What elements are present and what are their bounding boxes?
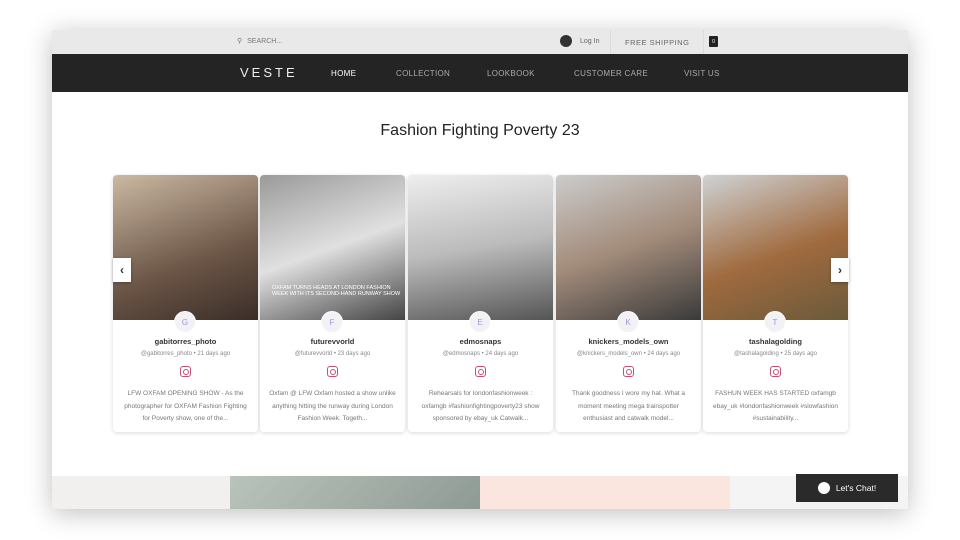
post-meta: @edmosnaps • 24 days ago [442,351,519,357]
browser-window: ⚲ SEARCH... Log In FREE SHIPPING 0 VESTE … [52,30,908,509]
post-meta: @gabitorres_photo • 21 days ago [140,351,231,357]
post-card[interactable]: G gabitorres_photo @gabitorres_photo • 2… [113,175,258,432]
user-icon [560,35,572,47]
post-meta: @futurevvorld • 23 days ago [294,351,371,357]
post-age: 23 days ago [337,351,371,357]
logo[interactable]: VESTE [240,65,298,80]
avatar: G [174,311,196,333]
post-card[interactable]: OXFAM TURNS HEADS AT LONDON FASHION WEEK… [260,175,405,432]
nav-home[interactable]: HOME [331,69,356,78]
post-text: Rehearsals for londonfashionweek : oxfam… [421,390,540,422]
post-text: LFW OXFAM OPENING SHOW - As the photogra… [124,390,247,422]
nav-visit-us[interactable]: VISIT US [684,69,720,78]
page-title: Fashion Fighting Poverty 23 [380,122,580,139]
bottom-section [52,476,908,509]
instagram-icon[interactable] [770,366,781,377]
image-caption: OXFAM TURNS HEADS AT LONDON FASHION WEEK… [272,285,401,297]
post-card[interactable]: T tashalagolding @tashalagolding • 25 da… [703,175,848,432]
main-nav: VESTE HOME COLLECTION LOOKBOOK CUSTOMER … [52,54,908,92]
login-button[interactable]: Log In [560,35,599,47]
post-meta: @tashalagolding • 25 days ago [734,351,817,357]
post-image[interactable] [703,175,848,320]
instagram-icon[interactable] [180,366,191,377]
post-text: FASHUN WEEK HAS STARTED oxfamgb ebay_uk … [712,390,839,422]
username[interactable]: futurevvorld [260,337,405,346]
handle: @gabitorres_photo [140,351,192,357]
post-image[interactable] [556,175,701,320]
chat-label: Let's Chat! [835,483,877,493]
post-text: Oxfam @ LFW Oxfam hosted a show unlike a… [269,390,396,422]
avatar: F [321,311,343,333]
username[interactable]: gabitorres_photo [113,337,258,346]
chat-icon [817,482,830,494]
nav-customer-care[interactable]: CUSTOMER CARE [574,69,648,78]
username[interactable]: tashalagolding [703,337,848,346]
search-input[interactable]: ⚲ SEARCH... [237,37,283,46]
cart-icon[interactable]: 0 [709,36,718,47]
instagram-icon[interactable] [623,366,634,377]
post-age: 24 days ago [485,351,519,357]
username[interactable]: knickers_models_own [556,337,701,346]
post-age: 21 days ago [197,351,231,357]
search-icon: ⚲ [237,38,243,45]
post-age: 25 days ago [784,351,817,357]
post-image[interactable] [408,175,553,320]
post-image[interactable] [113,175,258,320]
instagram-icon[interactable] [475,366,486,377]
free-shipping[interactable]: FREE SHIPPING [610,30,705,54]
instagram-icon[interactable] [327,366,338,377]
section-image [230,476,480,509]
nav-lookbook[interactable]: LOOKBOOK [487,69,535,78]
handle: @futurevvorld [294,351,333,357]
avatar: E [469,311,491,333]
post-card[interactable]: K knickers_models_own @knickers_models_o… [556,175,701,432]
post-text: Thank goodness I wore my hat. What a mom… [571,390,686,422]
post-card[interactable]: E edmosnaps @edmosnaps • 24 days ago Reh… [408,175,553,432]
chat-button[interactable]: Let's Chat! [796,474,898,502]
next-arrow[interactable]: › [831,258,849,282]
prev-arrow[interactable]: ‹ [113,258,131,282]
top-bar: ⚲ SEARCH... Log In FREE SHIPPING 0 [52,30,908,54]
post-image[interactable]: OXFAM TURNS HEADS AT LONDON FASHION WEEK… [260,175,405,320]
avatar: T [764,311,786,333]
handle: @tashalagolding [734,351,779,357]
handle: @edmosnaps [442,351,480,357]
post-age: 24 days ago [647,351,681,357]
search-placeholder: SEARCH... [247,37,283,45]
post-meta: @knickers_models_own • 24 days ago [576,351,681,357]
login-label: Log In [580,37,600,45]
avatar: K [617,311,639,333]
username[interactable]: edmosnaps [408,337,553,346]
handle: @knickers_models_own [576,351,642,357]
nav-collection[interactable]: COLLECTION [396,69,450,78]
